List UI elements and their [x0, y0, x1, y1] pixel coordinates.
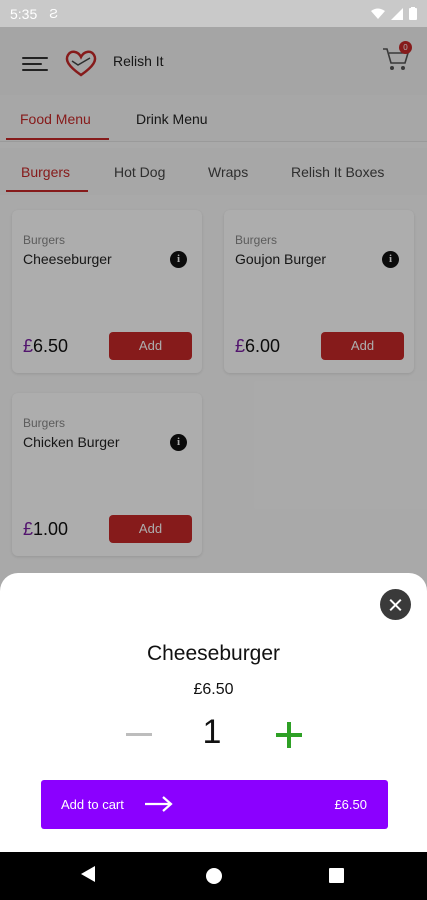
notification-icon: Ƨ	[49, 6, 58, 21]
signal-icon	[391, 7, 403, 20]
minus-icon[interactable]	[126, 733, 152, 736]
quantity-value: 1	[202, 713, 222, 751]
back-icon[interactable]	[81, 866, 95, 882]
add-to-cart-total: £6.50	[334, 797, 367, 812]
status-bar: 5:35 Ƨ	[0, 0, 427, 27]
system-nav-bar	[0, 852, 427, 900]
recents-icon[interactable]	[329, 868, 344, 883]
plus-icon[interactable]	[276, 722, 302, 748]
sheet-product-title: Cheeseburger	[146, 642, 281, 665]
status-time: 5:35	[10, 5, 38, 22]
add-to-cart-label: Add to cart	[61, 797, 124, 812]
battery-icon	[409, 7, 417, 20]
add-to-cart-button[interactable]: Add to cart £6.50	[41, 780, 388, 829]
close-icon[interactable]	[380, 589, 411, 620]
home-icon[interactable]	[206, 868, 222, 884]
sheet-product-price: £6.50	[193, 681, 234, 698]
wifi-icon	[371, 8, 385, 19]
arrow-right-icon	[145, 796, 173, 812]
